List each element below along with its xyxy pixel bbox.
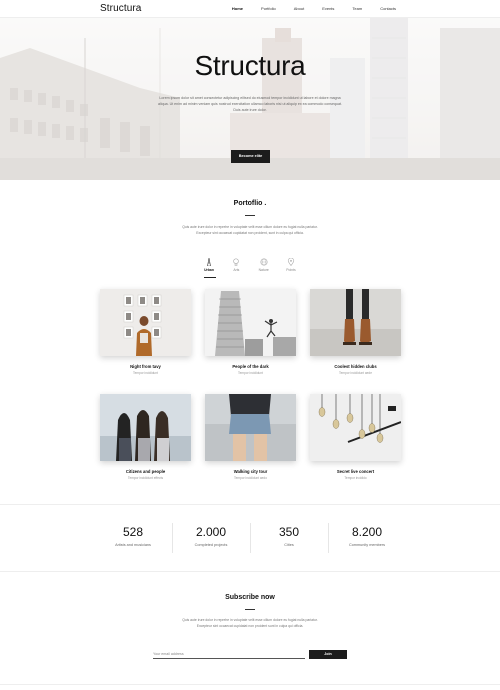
portfolio-card: Coolest hidden clubs Tempor incididunt a… xyxy=(310,289,401,375)
card-image-secret-live-concert[interactable] xyxy=(310,394,401,461)
filter-urban-label: Urban xyxy=(204,268,214,272)
card-subtitle: Tempor incididunt xyxy=(238,371,263,375)
subscribe-description: Quis aute irure dolor in reprehe in volu… xyxy=(182,618,318,628)
subscribe-title: Subscribe now xyxy=(225,594,275,601)
stat-artists: 528 Artists and musicians xyxy=(94,525,172,547)
stat-value: 350 xyxy=(278,525,300,539)
card-image-coolest-hidden-clubs[interactable] xyxy=(310,289,401,356)
portfolio-card: People of the dark Tempor incididunt xyxy=(205,289,296,375)
stat-value: 8.200 xyxy=(351,525,383,539)
hero-section: Structura Lorem ipsum dolor sit amet con… xyxy=(0,18,500,180)
pin-icon xyxy=(287,258,295,266)
footer-divider xyxy=(0,684,500,685)
card-image-citizens-and-people[interactable] xyxy=(100,394,191,461)
stat-projects: 2.000 Completed projects xyxy=(172,525,250,547)
filter-nature-label: Nature xyxy=(258,268,269,272)
card-title[interactable]: Night from tavy xyxy=(100,364,191,369)
site-logo[interactable]: Structura xyxy=(100,3,141,14)
stat-cities: 350 Cities xyxy=(250,525,328,547)
filter-arts-label: Arts xyxy=(233,268,240,272)
stats-section: 528 Artists and musicians 2.000 Complete… xyxy=(0,504,500,572)
card-subtitle: Tempor incididunt effects xyxy=(127,476,164,480)
filter-points[interactable]: Points xyxy=(282,258,300,276)
nav-team[interactable]: Team xyxy=(352,6,362,11)
filter-points-label: Points xyxy=(286,268,296,272)
card-title[interactable]: Secret live concert xyxy=(310,469,401,474)
filter-nature[interactable]: Nature xyxy=(255,258,273,276)
hero-title: Structura xyxy=(194,50,306,81)
join-button[interactable]: Join xyxy=(309,650,347,659)
hero-description: Lorem ipsum dolor sit amet consectetur a… xyxy=(158,96,342,112)
subscribe-title-underline xyxy=(245,609,255,610)
nav-home[interactable]: Home xyxy=(232,6,243,11)
stat-label: Artists and musicians xyxy=(115,543,151,547)
portfolio-description: Quis aute irure dolor in reprehe in volu… xyxy=(182,225,318,235)
stat-label: Community members xyxy=(348,543,386,547)
globe-icon xyxy=(260,258,268,266)
card-subtitle: Tempor incididunt xyxy=(133,371,158,375)
card-image-people-of-the-dark[interactable] xyxy=(205,289,296,356)
tower-icon xyxy=(207,258,211,266)
nav-about[interactable]: About xyxy=(294,6,304,11)
portfolio-card: Night from tavy Tempor incididunt xyxy=(100,289,191,375)
card-title[interactable]: People of the dark xyxy=(205,364,296,369)
portfolio-card: Citizens and people Tempor incididunt ef… xyxy=(100,394,191,480)
stat-value: 2.000 xyxy=(195,525,227,539)
filter-arts[interactable]: Arts xyxy=(227,258,245,276)
nav-portfolio[interactable]: Portfolio xyxy=(261,6,276,11)
card-title[interactable]: Coolest hidden clubs xyxy=(310,364,401,369)
card-subtitle: Tempor incidido xyxy=(344,476,367,480)
nav-events[interactable]: Events xyxy=(322,6,334,11)
card-image-night-from-tavy[interactable] xyxy=(100,289,191,356)
stat-value: 528 xyxy=(122,525,144,539)
stat-community: 8.200 Community members xyxy=(328,525,406,547)
card-subtitle: Tempor incididunt aedo xyxy=(234,476,267,480)
email-input[interactable] xyxy=(153,650,305,659)
become-elite-button[interactable]: Become elite xyxy=(231,150,270,163)
card-image-walking-city-tour[interactable] xyxy=(205,394,296,461)
bulb-icon xyxy=(233,258,240,266)
card-subtitle: Tempor incididunt aede xyxy=(339,371,372,375)
portfolio-title-underline xyxy=(245,215,255,216)
filter-urban[interactable]: Urban xyxy=(200,258,218,276)
portfolio-filters: Urban Arts Nature Points xyxy=(200,258,300,276)
active-filter-indicator xyxy=(204,277,216,278)
portfolio-title: Portoflio . xyxy=(233,200,267,207)
card-title[interactable]: Citizens and people xyxy=(100,469,191,474)
main-menu: Home Portfolio About Events Team Contact… xyxy=(214,6,396,11)
card-title[interactable]: Walking city tour xyxy=(205,469,296,474)
top-navbar: Structura Home Portfolio About Events Te… xyxy=(0,0,500,18)
stat-label: Cities xyxy=(284,543,294,547)
portfolio-card: Secret live concert Tempor incidido xyxy=(310,394,401,480)
nav-contacts[interactable]: Contacts xyxy=(380,6,396,11)
portfolio-card: Walking city tour Tempor incididunt aedo xyxy=(205,394,296,480)
stat-label: Completed projects xyxy=(194,543,228,547)
